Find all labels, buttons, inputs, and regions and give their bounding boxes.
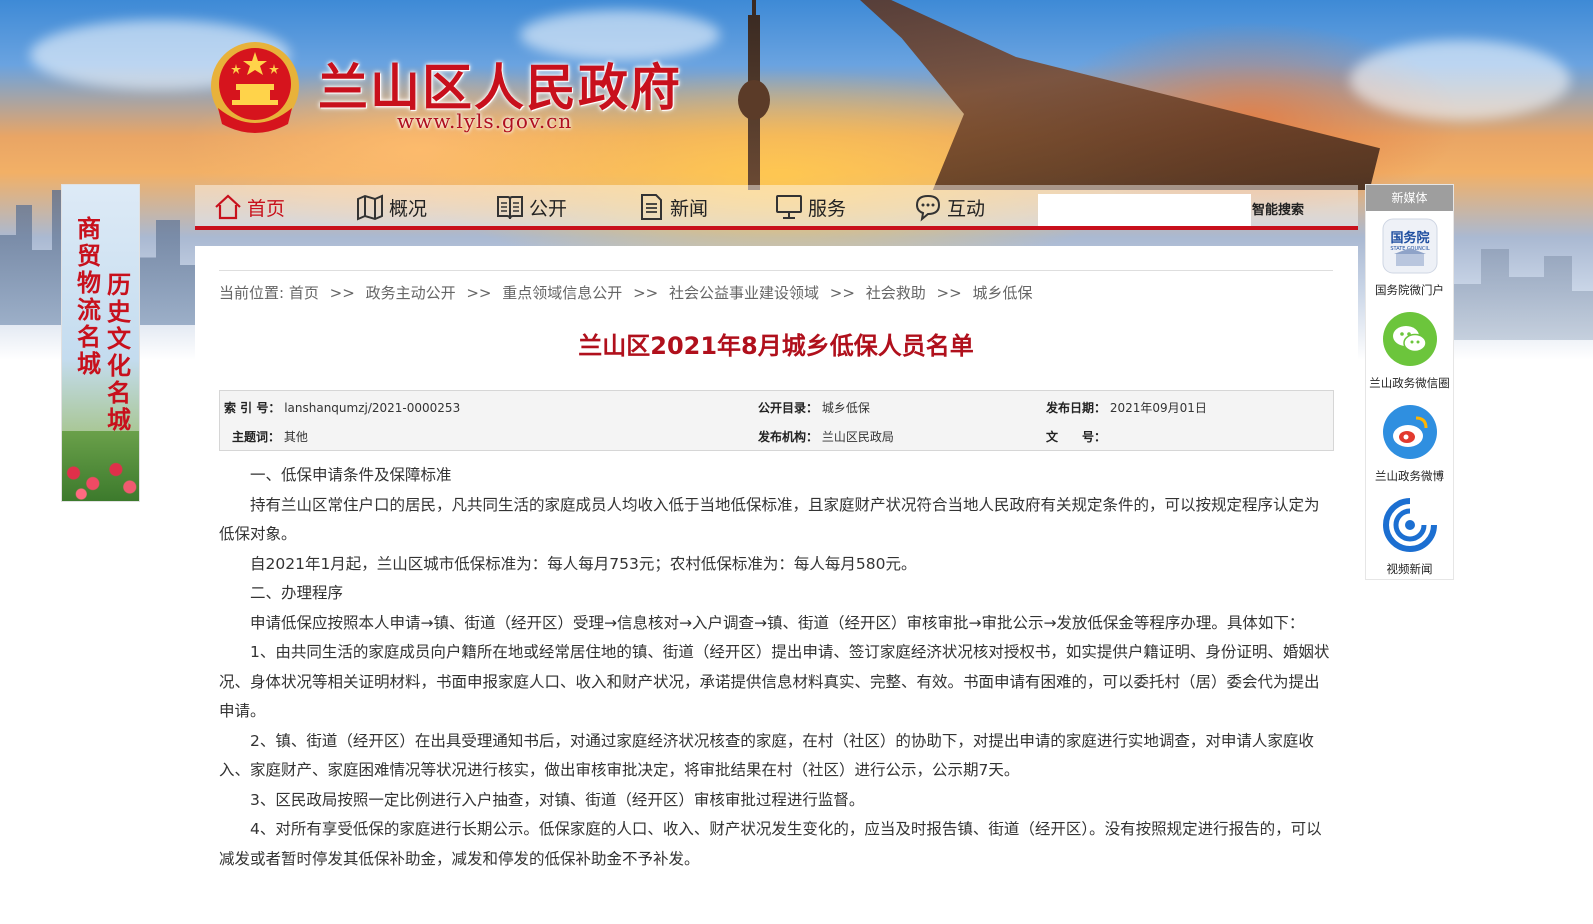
- meta-org-label: 发布机构：: [758, 430, 819, 444]
- media-label-weibo: 兰山政务微博: [1375, 469, 1444, 483]
- meta-topic-label: 主题词：: [232, 430, 281, 444]
- meta-docno: 文 号：: [1046, 428, 1106, 445]
- meta-date-label: 发布日期：: [1046, 401, 1107, 415]
- smart-search-button[interactable]: 智能搜索: [1252, 199, 1304, 218]
- nav-service[interactable]: 服务: [774, 191, 846, 223]
- article-paragraph: 一、低保申请条件及保障标准: [250, 466, 452, 484]
- new-media-panel: 新媒体 国务院 STATE COUNCIL 国务院微门户 兰山政务微信圈 兰山政…: [1365, 184, 1454, 580]
- document-icon: [641, 194, 662, 220]
- site-url[interactable]: www.lyls.gov.cn: [397, 109, 572, 133]
- breadcrumb-link[interactable]: 政务主动公开: [366, 284, 456, 302]
- tv-tower-ball: [738, 80, 770, 120]
- national-emblem-icon: [208, 38, 302, 138]
- nav-interact-label: 互动: [947, 197, 986, 220]
- meta-topic: 主题词： 其他: [232, 428, 308, 445]
- media-label-state-council: 国务院微门户: [1375, 283, 1444, 297]
- article-paragraph: 申请低保应按照本人申请→镇、街道（经开区）受理→信息核对→入户调查→镇、街道（经…: [250, 613, 1305, 632]
- meta-catalog-value: 城乡低保: [821, 401, 870, 415]
- nav-public-label: 公开: [529, 197, 568, 220]
- monitor-icon: [776, 195, 802, 219]
- weibo-icon: [1382, 404, 1438, 460]
- state-council-icon-text: 国务院: [1390, 230, 1429, 246]
- search-input[interactable]: [1038, 194, 1251, 226]
- breadcrumb-separator: >>: [633, 284, 659, 302]
- meta-catalog-label: 公开目录：: [758, 401, 819, 415]
- breadcrumb: 当前位置: 首页 >> 政务主动公开 >> 重点领域信息公开 >> 社会公益事业…: [219, 282, 1032, 303]
- breadcrumb-prefix: 当前位置:: [219, 284, 285, 302]
- left-banner-slogan-1: 商贸物流名城: [77, 214, 101, 378]
- article-paragraph: 2、镇、街道（经开区）在出具受理通知书后，对通过家庭经济状况核查的家庭，在村（社…: [219, 731, 1314, 780]
- breadcrumb-link[interactable]: 城乡低保: [972, 284, 1032, 302]
- nav-public[interactable]: 公开: [495, 191, 567, 223]
- state-council-icon: 国务院 STATE COUNCIL: [1382, 218, 1438, 274]
- article-meta-table: 索 引 号： lanshanqumzj/2021-0000253 公开目录： 城…: [219, 390, 1334, 451]
- meta-index-value: lanshanqumzj/2021-0000253: [284, 401, 461, 415]
- left-promo-banner[interactable]: 商贸物流名城 历史文化名城: [61, 184, 140, 502]
- nav-interact[interactable]: 互动: [913, 191, 985, 223]
- nav-service-label: 服务: [808, 197, 847, 220]
- banner-cloud: [1350, 40, 1570, 120]
- article-paragraph: 二、办理程序: [250, 584, 344, 602]
- article-title: 兰山区2021年8月城乡低保人员名单: [578, 332, 974, 360]
- media-item-weibo[interactable]: 兰山政务微博: [1366, 404, 1453, 484]
- article-body: 一、低保申请条件及保障标准 持有兰山区常住户口的居民，凡共同生活的家庭成员人均收…: [219, 461, 1333, 874]
- breadcrumb-separator: >>: [466, 284, 492, 302]
- breadcrumb-separator: >>: [936, 284, 962, 302]
- media-label-video-news: 视频新闻: [1386, 562, 1433, 576]
- divider: [219, 270, 1333, 271]
- meta-org-value: 兰山区民政局: [821, 430, 894, 444]
- nav-news[interactable]: 新闻: [636, 191, 708, 223]
- nav-home-label: 首页: [247, 197, 286, 220]
- map-icon: [357, 194, 383, 221]
- wechat-icon: [1382, 311, 1438, 367]
- meta-index-label: 索 引 号：: [224, 401, 281, 415]
- meta-org: 发布机构： 兰山区民政局: [758, 428, 894, 445]
- breadcrumb-link[interactable]: 社会公益事业建设领域: [669, 284, 819, 302]
- media-item-state-council[interactable]: 国务院 STATE COUNCIL 国务院微门户: [1366, 218, 1453, 298]
- home-icon: [215, 194, 241, 220]
- book-icon: [497, 196, 523, 220]
- nav-overview[interactable]: 概况: [355, 191, 427, 223]
- nav-home[interactable]: 首页: [213, 191, 285, 223]
- stadium-roof: [860, 0, 1380, 190]
- nav-overview-label: 概况: [389, 197, 428, 220]
- article-paragraph: 4、对所有享受低保的家庭进行长期公示。低保家庭的人口、收入、财产状况发生变化的，…: [219, 820, 1322, 868]
- article-paragraph: 持有兰山区常住户口的居民，凡共同生活的家庭成员人均收入低于当地低保标准，且家庭财…: [219, 495, 1320, 544]
- new-media-heading: 新媒体: [1366, 185, 1453, 211]
- meta-date-value: 2021年09月01日: [1109, 401, 1207, 415]
- video-news-icon: [1382, 497, 1438, 553]
- article-paragraph: 自2021年1月起，兰山区城市低保标准为：每人每月753元；农村低保标准为：每人…: [250, 554, 917, 573]
- meta-catalog: 公开目录： 城乡低保: [758, 399, 870, 416]
- city-skyline-right: [1453, 249, 1593, 340]
- meta-topic-value: 其他: [283, 430, 308, 444]
- media-label-wechat: 兰山政务微信圈: [1369, 376, 1450, 390]
- article-paragraph: 3、区民政局按照一定比例进行入户抽查，对镇、街道（经开区）审核审批过程进行监督。: [250, 790, 865, 809]
- flowers-image: [62, 431, 139, 501]
- chat-icon: [915, 194, 941, 222]
- article-panel: 当前位置: 首页 >> 政务主动公开 >> 重点领域信息公开 >> 社会公益事业…: [195, 246, 1358, 924]
- main-nav: 首页 概况 公开 新闻 服务 互动 智能搜索: [195, 185, 1358, 230]
- media-item-wechat[interactable]: 兰山政务微信圈: [1366, 311, 1453, 391]
- breadcrumb-link[interactable]: 社会救助: [866, 284, 926, 302]
- breadcrumb-link[interactable]: 首页: [289, 284, 319, 302]
- breadcrumb-link[interactable]: 重点领域信息公开: [502, 284, 622, 302]
- meta-index: 索 引 号： lanshanqumzj/2021-0000253: [224, 399, 460, 416]
- nav-news-label: 新闻: [670, 197, 709, 220]
- article-paragraph: 1、由共同生活的家庭成员向户籍所在地或经常居住地的镇、街道（经开区）提出申请、签…: [219, 643, 1330, 720]
- breadcrumb-separator: >>: [829, 284, 855, 302]
- breadcrumb-separator: >>: [329, 284, 355, 302]
- left-banner-slogan-2: 历史文化名城: [107, 270, 131, 434]
- meta-docno-label: 文 号：: [1046, 430, 1107, 444]
- meta-date: 发布日期： 2021年09月01日: [1046, 399, 1207, 416]
- media-item-video-news[interactable]: 视频新闻: [1366, 497, 1453, 577]
